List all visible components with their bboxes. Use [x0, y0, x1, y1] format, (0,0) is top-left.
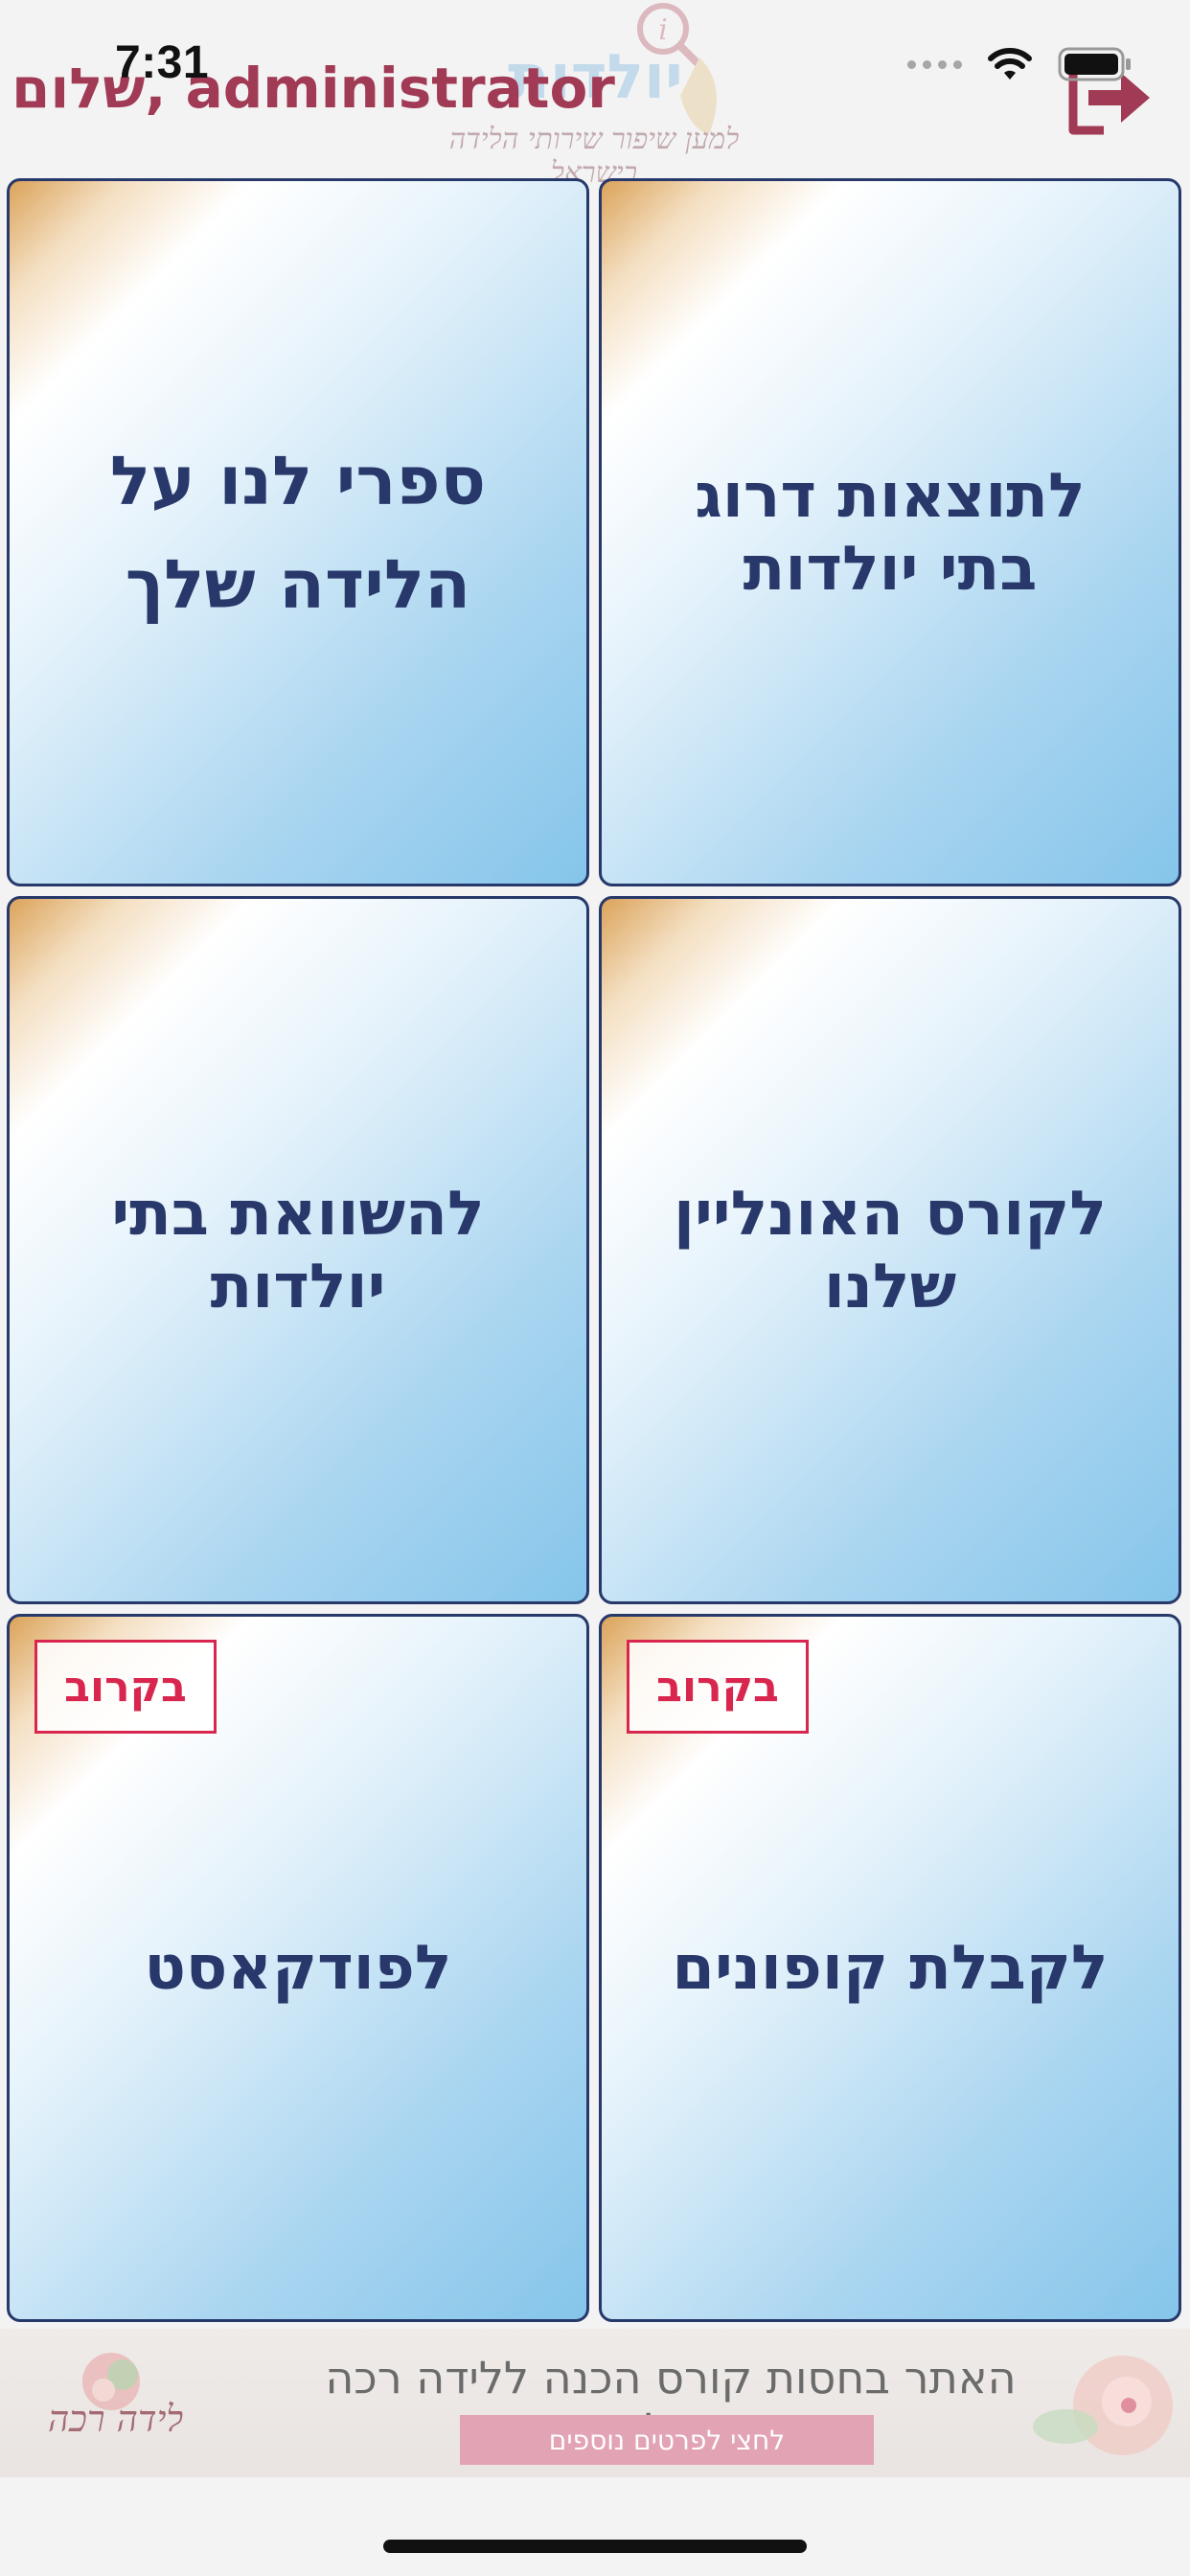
status-icons [907, 46, 1133, 82]
tile-compare-label: להשוואת בתי יולדות [111, 1178, 485, 1322]
sponsor-logo-text: לידה רכה [48, 2398, 184, 2440]
tile-podcast-label: לפודקאסט [144, 1932, 452, 2004]
tile-coupons[interactable]: בקרוב לקבלת קופונים [599, 1614, 1181, 2322]
screen: i יולדות למען שיפור שירותי הלידה בישראל … [0, 0, 1190, 2576]
tile-tell-us-label: ספרי לנו על הלידה שלך [109, 441, 487, 624]
tile-online-course[interactable]: לקורס האונליין שלנו [599, 896, 1181, 1604]
coming-soon-badge: בקרוב [627, 1640, 809, 1734]
tile-tell-us[interactable]: ספרי לנו על הלידה שלך [7, 178, 589, 886]
tile-ratings[interactable]: לתוצאות דרוג בתי יולדות [599, 178, 1181, 886]
home-indicator[interactable] [383, 2540, 807, 2553]
wifi-icon [988, 48, 1032, 80]
status-time: 7:31 [115, 37, 210, 88]
cellular-signal-icon [907, 59, 962, 69]
banner-more-info-button[interactable]: לחצי לפרטים נוספים [460, 2415, 874, 2465]
flower-decoration-icon [1033, 2356, 1173, 2455]
tile-coupons-label: לקבלת קופונים [672, 1932, 1109, 2004]
sponsor-banner[interactable]: לידה רכה האתר בחסות קורס הכנה ללידה רכה … [0, 2329, 1190, 2477]
coming-soon-badge: בקרוב [34, 1640, 217, 1734]
tile-online-course-label: לקורס האונליין שלנו [673, 1178, 1108, 1322]
tile-compare[interactable]: להשוואת בתי יולדות [7, 896, 589, 1604]
tile-ratings-label: לתוצאות דרוג בתי יולדות [695, 460, 1086, 605]
battery-icon [1058, 47, 1131, 81]
tile-podcast[interactable]: בקרוב לפודקאסט [7, 1614, 589, 2322]
greeting-text: שלום, administrator [11, 56, 615, 121]
